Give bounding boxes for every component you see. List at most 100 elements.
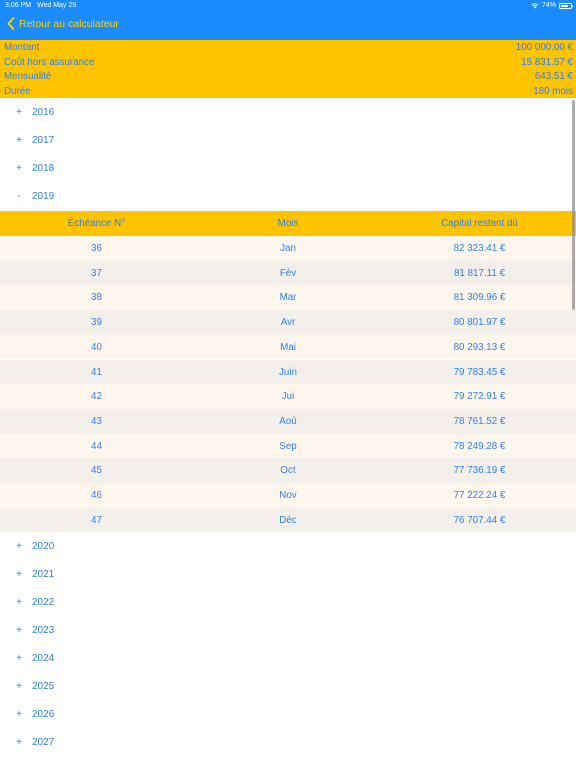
battery-icon [559,2,573,9]
status-right: 74% [531,2,573,9]
cell-echeance: 45 [91,465,102,477]
year-row-2023[interactable]: + 2023 [0,617,576,645]
collapse-icon: - [17,191,21,202]
chevron-left-icon [7,17,15,30]
cell-echeance: 46 [91,490,102,501]
cell-capital: 79 783.45 € [453,366,506,378]
year-row-2018[interactable]: + 2018 [0,155,576,183]
status-time: 3:06 PM [5,2,32,9]
year-row-2019[interactable]: - 2019 [0,183,576,211]
year-row-2026[interactable]: + 2026 [0,701,576,729]
year-row-2024[interactable]: + 2024 [0,645,576,673]
cell-echeance: 39 [91,317,102,329]
table-row: 40 Mai 80 293.13 € [0,334,576,360]
summary-row-cout: Coût hors assurance 15 831.57 € [0,55,576,69]
expand-icon: + [16,625,22,636]
cell-echeance: 47 [91,514,102,526]
cell-echeance: 42 [91,391,102,403]
cell-echeance: 36 [91,243,102,254]
cell-echeance: 37 [91,267,102,279]
battery-percent: 74% [541,2,556,9]
cell-capital: 78 249.28 € [453,440,506,452]
top-bar: 3:06 PM Wed May 29 74% Retour au calcula… [0,0,576,40]
cell-mois: Fév [279,267,297,279]
year-label: 2021 [32,569,55,580]
cell-mois: Mar [279,292,297,304]
expand-icon: + [16,681,22,692]
cell-echeance: 41 [91,366,102,378]
summary-label: Montant [4,42,40,53]
cell-capital: 82 323.41 € [453,243,506,254]
schedule-table-header: Échéance N° Mois Capital restant dû [0,211,576,236]
summary-label: Coût hors assurance [4,56,95,68]
back-button[interactable]: Retour au calculateur [7,17,119,30]
expand-icon: + [16,597,22,608]
cell-mois: Oct [280,465,296,477]
table-row: 36 Jan 82 323.41 € [0,236,576,261]
cell-capital: 77 222.24 € [453,490,506,501]
summary-label: Mensualité [4,71,52,82]
table-row: 37 Fév 81 817.11 € [0,260,576,286]
back-button-label: Retour au calculateur [19,17,119,30]
year-label: 2019 [32,191,55,202]
table-row: 43 Aoû 78 761.52 € [0,408,576,434]
year-label: 2025 [32,681,55,692]
table-row: 42 Jui 79 272.91 € [0,384,576,409]
cell-capital: 79 272.91 € [453,391,506,403]
cell-mois: Mai [280,341,296,353]
year-label: 2023 [32,625,55,636]
summary-value: 643.51 € [534,71,573,82]
header-echeance: Échéance N° [67,218,126,229]
summary-row-duree: Durée 180 mois [0,84,576,98]
scrollbar[interactable] [572,100,575,310]
year-label: 2026 [32,709,55,720]
cell-echeance: 43 [91,415,102,427]
summary-row-mensualite: Mensualité 643.51 € [0,69,576,83]
year-row-2016[interactable]: + 2016 [0,99,576,127]
table-row: 47 Déc 76 707.44 € [0,507,576,533]
year-row-2021[interactable]: + 2021 [0,561,576,589]
year-label: 2022 [32,597,55,608]
table-row: 38 Mar 81 309.96 € [0,285,576,311]
loan-summary: Montant 100 000.00 € Coût hors assurance… [0,40,576,98]
cell-mois: Nov [279,490,297,501]
cell-echeance: 40 [91,341,102,353]
summary-row-montant: Montant 100 000.00 € [0,40,576,54]
summary-value: 100 000.00 € [515,42,573,53]
year-row-2017[interactable]: + 2017 [0,127,576,155]
cell-mois: Jui [281,391,295,403]
cell-mois: Avr [280,317,296,329]
cell-mois: Déc [279,514,297,526]
expand-icon: + [16,569,22,580]
navigation-bar: Retour au calculateur [0,11,576,40]
year-label: 2018 [32,163,55,174]
cell-mois: Juin [279,366,297,378]
year-row-2020[interactable]: + 2020 [0,533,576,561]
header-mois: Mois [277,218,299,229]
cell-mois: Jan [280,243,296,254]
expand-icon: + [16,541,22,552]
year-row-2027[interactable]: + 2027 [0,729,576,757]
expand-icon: + [16,163,22,174]
wifi-icon [531,2,539,8]
cell-capital: 77 736.19 € [453,465,506,477]
summary-value: 15 831.57 € [521,56,573,68]
cell-mois: Aoû [279,415,297,427]
cell-capital: 78 761.52 € [453,415,506,427]
expand-icon: + [16,709,22,720]
cell-capital: 81 309.96 € [453,292,506,304]
cell-capital: 76 707.44 € [453,514,506,526]
year-row-2025[interactable]: + 2025 [0,673,576,701]
year-row-2022[interactable]: + 2022 [0,589,576,617]
year-label: 2020 [32,541,55,552]
cell-echeance: 44 [91,440,102,452]
year-label: 2016 [32,107,55,118]
table-row: 44 Sep 78 249.28 € [0,433,576,459]
expand-icon: + [16,737,22,748]
cell-capital: 81 817.11 € [453,267,506,279]
table-row: 45 Oct 77 736.19 € [0,458,576,483]
expand-icon: + [16,653,22,664]
table-row: 41 Juin 79 783.45 € [0,359,576,385]
status-date: Wed May 29 [37,2,77,9]
header-capital: Capital restant dû [441,218,518,229]
